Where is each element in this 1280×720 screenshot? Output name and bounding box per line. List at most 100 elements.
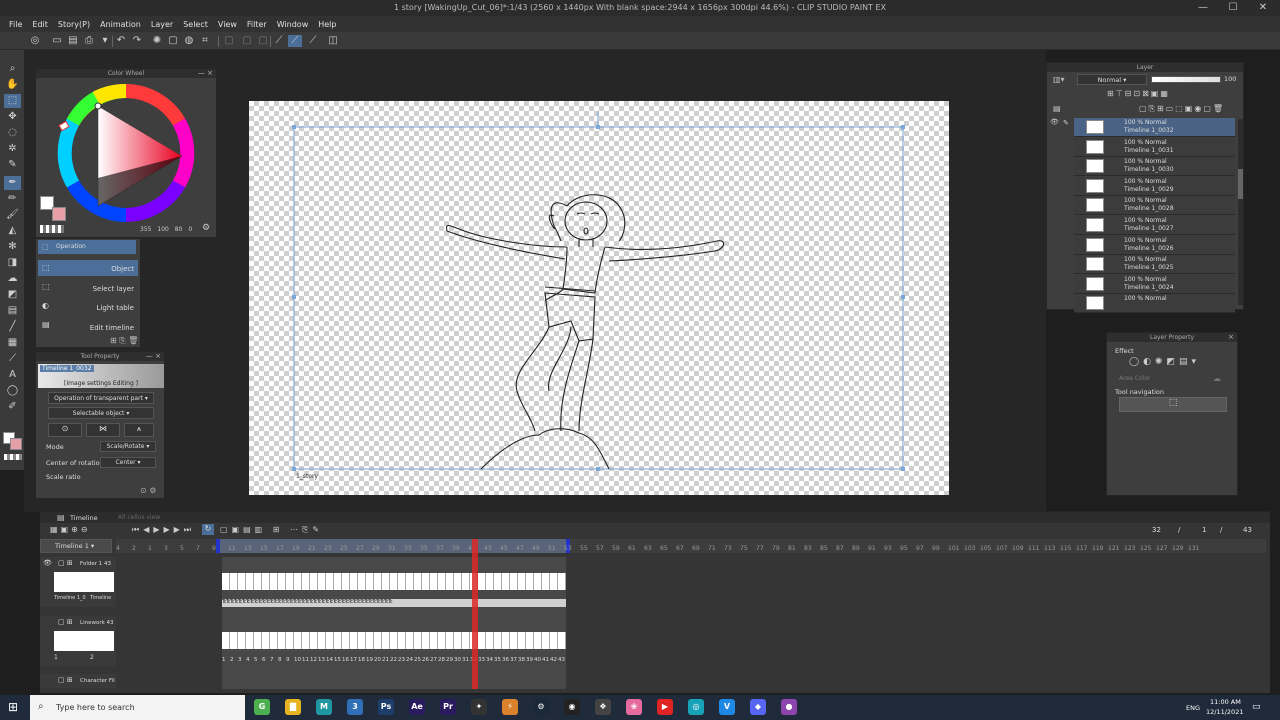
- panel-minimize-icon[interactable]: — ×: [198, 69, 213, 78]
- eyedropper-tool-icon[interactable]: ✎: [4, 158, 21, 172]
- cel[interactable]: [518, 632, 526, 649]
- cel[interactable]: [478, 573, 486, 590]
- cel[interactable]: [422, 632, 430, 649]
- layer-scrollbar[interactable]: [1238, 119, 1243, 305]
- eye-icon[interactable]: 👁: [1050, 118, 1059, 126]
- cel[interactable]: [278, 632, 286, 649]
- cel[interactable]: [414, 632, 422, 649]
- layer-side-icon[interactable]: ▤: [1053, 104, 1061, 113]
- cel[interactable]: [254, 632, 262, 649]
- cel[interactable]: [262, 573, 270, 590]
- cel[interactable]: [334, 632, 342, 649]
- cel[interactable]: [502, 632, 510, 649]
- menu-filter[interactable]: Filter: [242, 20, 272, 29]
- snap-ruler-icon[interactable]: ⟋: [272, 35, 286, 47]
- pencil-tool-icon[interactable]: ✏: [4, 192, 21, 206]
- layer-row[interactable]: 100 % Normal: [1074, 294, 1235, 314]
- cel[interactable]: [270, 632, 278, 649]
- menu-animation[interactable]: Animation: [95, 20, 146, 29]
- taskbar-date[interactable]: 12/11/2021: [1206, 708, 1243, 716]
- deselect-icon[interactable]: ▢: [222, 35, 236, 47]
- cel[interactable]: [542, 573, 550, 590]
- taskbar-app-icon[interactable]: M: [316, 699, 332, 715]
- fill-icon[interactable]: ◍: [182, 35, 196, 47]
- minimize-button[interactable]: —: [1192, 1, 1214, 15]
- cel[interactable]: [398, 573, 406, 590]
- sub-tool-light-table[interactable]: ◐ Light table: [38, 298, 138, 314]
- save-icon[interactable]: ⎙: [82, 35, 96, 47]
- menu-file[interactable]: File: [4, 20, 27, 29]
- cel[interactable]: [390, 573, 398, 590]
- layer-row[interactable]: 100 % Normal Timeline 1_0029: [1074, 176, 1235, 196]
- layer-row[interactable]: 100 % Normal Timeline 1_0024: [1074, 274, 1235, 294]
- cel[interactable]: [358, 573, 366, 590]
- cel[interactable]: [494, 632, 502, 649]
- flip-vertical-button[interactable]: ⩚: [124, 423, 154, 437]
- cel[interactable]: [438, 632, 446, 649]
- mode-dropdown[interactable]: Scale/Rotate ▾: [100, 441, 156, 452]
- cel[interactable]: [534, 632, 542, 649]
- windows-start-icon[interactable]: ⊞: [8, 700, 18, 714]
- taskbar-app-icon[interactable]: ⚙: [533, 699, 549, 715]
- cel[interactable]: [318, 632, 326, 649]
- sub-color-chip[interactable]: [52, 207, 66, 221]
- cut-icon[interactable]: ▢: [166, 35, 180, 47]
- cel[interactable]: [406, 632, 414, 649]
- menu-edit[interactable]: Edit: [27, 20, 53, 29]
- cel[interactable]: [446, 632, 454, 649]
- sub-tool-object[interactable]: ⬚ Object: [38, 260, 138, 276]
- cel[interactable]: [286, 573, 294, 590]
- taskbar-app-icon[interactable]: ●: [781, 699, 797, 715]
- cel[interactable]: [310, 632, 318, 649]
- correct-line-tool-icon[interactable]: ✐: [4, 400, 21, 414]
- layer-row[interactable]: 100 % Normal Timeline 1_0027: [1074, 216, 1235, 235]
- cel[interactable]: [502, 573, 510, 590]
- decoration-tool-icon[interactable]: ✻: [4, 240, 21, 254]
- timeline-tab[interactable]: Timeline: [70, 514, 98, 522]
- rotate-reset-button[interactable]: ⊙: [48, 423, 82, 437]
- show-hide-ruler-icon[interactable]: ◫: [326, 35, 340, 47]
- menu-help[interactable]: Help: [313, 20, 341, 29]
- cel[interactable]: [294, 573, 302, 590]
- cel[interactable]: [430, 632, 438, 649]
- cel[interactable]: [374, 632, 382, 649]
- selection-launcher-icon[interactable]: ▢: [256, 35, 270, 47]
- cel[interactable]: [326, 573, 334, 590]
- taskbar-app-icon[interactable]: ❀: [626, 699, 642, 715]
- move-layer-tool-icon[interactable]: ✥: [4, 110, 21, 124]
- open-file-icon[interactable]: ▤: [66, 35, 80, 47]
- layer-lock-icons[interactable]: ⊞⊤⊟⊡⊠▣▦: [1107, 89, 1170, 98]
- taskbar-app-icon[interactable]: ⚡: [502, 699, 518, 715]
- selectable-object-dropdown[interactable]: Selectable object ▾: [48, 407, 154, 419]
- clear-icon[interactable]: ✺: [150, 35, 164, 47]
- playhead[interactable]: [472, 539, 478, 689]
- sub-tool-edit-timeline[interactable]: ▤ Edit timeline: [38, 317, 138, 333]
- frame-ruler[interactable]: 4213579111315171921232527293133353739414…: [116, 539, 1266, 553]
- cel[interactable]: [342, 573, 350, 590]
- cel[interactable]: [238, 573, 246, 590]
- cel[interactable]: [526, 573, 534, 590]
- cel[interactable]: [326, 632, 334, 649]
- tool-settings-icon[interactable]: ⊙ ⚙: [140, 486, 156, 495]
- undo-icon[interactable]: ↶: [114, 35, 128, 47]
- menu-window[interactable]: Window: [272, 20, 314, 29]
- taskbar-app-icon[interactable]: ◉: [564, 699, 580, 715]
- auto-select-tool-icon[interactable]: ✲: [4, 142, 21, 156]
- balloon-tool-icon[interactable]: ◯: [4, 384, 21, 398]
- cel[interactable]: [222, 573, 230, 590]
- color-wheel[interactable]: [36, 78, 216, 228]
- cel[interactable]: [342, 632, 350, 649]
- cel[interactable]: [390, 632, 398, 649]
- cel[interactable]: [366, 573, 374, 590]
- playback-controls[interactable]: ⏮◀▶▶▶⏭: [132, 525, 195, 535]
- cel[interactable]: [542, 632, 550, 649]
- cel[interactable]: [558, 573, 566, 590]
- cel[interactable]: [438, 573, 446, 590]
- move-tool-icon[interactable]: ✋: [4, 78, 21, 92]
- cel[interactable]: [350, 573, 358, 590]
- cel[interactable]: [374, 573, 382, 590]
- cel[interactable]: [302, 573, 310, 590]
- cel[interactable]: [302, 632, 310, 649]
- figure-tool-icon[interactable]: ╱: [4, 320, 21, 334]
- cel[interactable]: [230, 573, 238, 590]
